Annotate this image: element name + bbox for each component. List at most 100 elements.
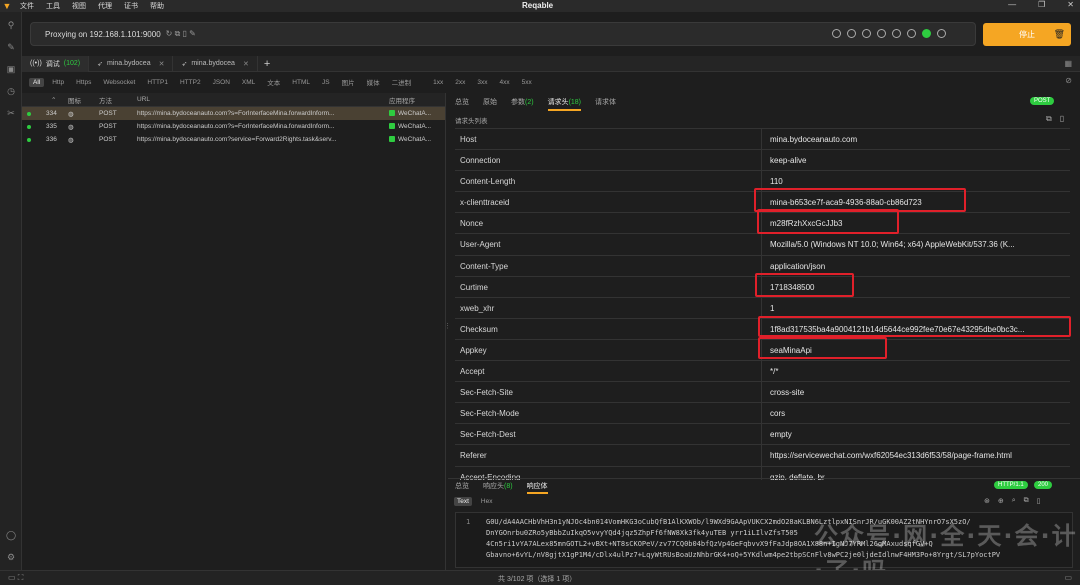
breakpoint-icon[interactable] [832, 29, 841, 38]
debug-icon[interactable]: ⚲ [0, 14, 22, 36]
tab-params-count: (2) [525, 98, 534, 106]
decode-icon[interactable]: ⊛ [984, 497, 990, 505]
pane-splitter[interactable]: ⋮ [444, 322, 451, 330]
copy-icon[interactable]: ⧉ [1024, 497, 1029, 505]
header-url[interactable]: URL [137, 96, 150, 103]
filter-media[interactable]: 媒体 [363, 76, 384, 88]
format-hex[interactable]: Hex [478, 497, 496, 506]
trash-icon[interactable]: 🗑 [1054, 29, 1065, 40]
filter-1xx[interactable]: 1xx [429, 78, 447, 87]
add-tab-icon[interactable]: + [258, 58, 276, 70]
menu-view[interactable]: 视图 [72, 1, 86, 11]
gateway-icon[interactable] [892, 29, 901, 38]
tab-response-body[interactable]: 响应体 [526, 481, 548, 494]
search-icon[interactable]: ⌕ [1012, 497, 1016, 505]
collection-icon[interactable]: ▣ [0, 58, 22, 80]
history-icon[interactable]: ◷ [0, 80, 22, 102]
header-row[interactable]: User-Agent Mozilla/5.0 (Windows NT 10.0; … [455, 234, 1070, 256]
filter-text[interactable]: 文本 [263, 76, 284, 88]
close-tab-icon[interactable]: ✕ [243, 60, 249, 68]
filter-4xx[interactable]: 4xx [495, 78, 513, 87]
menu-help[interactable]: 帮助 [150, 1, 164, 11]
header-row[interactable]: Referer https://servicewechat.com/wxf6205… [455, 445, 1070, 467]
header-method[interactable]: 方法 [99, 95, 112, 105]
header-row[interactable]: Sec-Fetch-Dest empty [455, 424, 1070, 446]
menu-proxy[interactable]: 代理 [98, 1, 112, 11]
filter-websocket[interactable]: Websocket [99, 78, 139, 87]
filter-http2[interactable]: HTTP2 [176, 78, 205, 87]
format-text[interactable]: Text [454, 497, 472, 506]
wrap-icon[interactable]: ⊕ [998, 497, 1004, 505]
refresh-icon[interactable]: ↻ ⧉ ▯ ✎ [166, 29, 196, 39]
filter-all[interactable]: All [29, 77, 45, 87]
filter-binary[interactable]: 二进制 [388, 76, 416, 88]
tab-response-overview[interactable]: 总览 [455, 481, 469, 491]
wechat-icon [389, 110, 395, 117]
close-tab-icon[interactable]: ✕ [159, 60, 165, 68]
tab-request-body[interactable]: 请求体 [595, 97, 616, 107]
tab-overview[interactable]: 总览 [455, 97, 469, 107]
screenshot-icon[interactable]: ▦ [1064, 59, 1072, 68]
row-method: POST [99, 136, 117, 143]
header-row[interactable]: Connection keep-alive [455, 150, 1070, 172]
minimize-icon[interactable]: — [1008, 0, 1016, 9]
mirror-icon[interactable] [877, 29, 886, 38]
filter-https[interactable]: Https [72, 78, 95, 87]
shield-icon[interactable] [922, 29, 931, 38]
tab-response-headers[interactable]: 响应头(8) [483, 481, 513, 491]
row-id: 334 [46, 110, 57, 117]
tab-raw[interactable]: 原始 [483, 97, 497, 107]
tools-icon[interactable]: ✂ [0, 102, 22, 124]
menu-bar: 文件 工具 视图 代理 证书 帮助 [20, 1, 164, 11]
header-key: Content-Length [455, 171, 762, 192]
menu-certificate[interactable]: 证书 [124, 1, 138, 11]
header-row[interactable]: Sec-Fetch-Mode cors [455, 403, 1070, 425]
sort-icon[interactable]: ⌃ [51, 96, 56, 104]
ssl-icon[interactable] [907, 29, 916, 38]
close-icon[interactable]: ✕ [1067, 0, 1074, 9]
clear-filter-icon[interactable]: ⊘ [1065, 76, 1072, 85]
header-row[interactable]: Sec-Fetch-Site cross-site [455, 382, 1070, 404]
tab-debug[interactable]: ((•)) 调试 (102) [22, 55, 90, 72]
script-icon[interactable] [847, 29, 856, 38]
header-app[interactable]: 应用程序 [389, 95, 415, 105]
filter-3xx[interactable]: 3xx [473, 78, 491, 87]
header-key: Checksum [455, 318, 762, 339]
layout-icon[interactable]: ▭ ⛶ [8, 573, 23, 583]
panel-icon[interactable]: ▭ [1064, 573, 1072, 582]
filter-2xx[interactable]: 2xx [451, 78, 469, 87]
header-value: keep-alive [770, 156, 807, 166]
table-row[interactable]: 336 ◍ POST https://mina.bydoceanauto.com… [22, 133, 445, 146]
filter-json[interactable]: JSON [209, 78, 234, 87]
tab-request-headers[interactable]: 请求头(18) [547, 97, 582, 111]
filter-5xx[interactable]: 5xx [518, 78, 536, 87]
global-icon[interactable] [937, 29, 946, 38]
filter-html[interactable]: HTML [288, 78, 314, 87]
menu-tools[interactable]: 工具 [46, 1, 60, 11]
compose-icon[interactable]: ✎ [0, 36, 22, 58]
table-row[interactable]: 335 ◍ POST https://mina.bydoceanauto.com… [22, 120, 445, 133]
tab-params[interactable]: 参数(2) [511, 97, 534, 107]
filter-http[interactable]: Http [48, 78, 68, 87]
filter-js[interactable]: JS [318, 78, 334, 87]
copy-icon[interactable]: ⧉ [1046, 114, 1052, 124]
maximize-icon[interactable]: ❐ [1038, 0, 1045, 9]
list-header: ⌃ 图标 方法 URL 应用程序 [22, 93, 445, 107]
header-row[interactable]: Accept */* [455, 361, 1070, 383]
rewrite-icon[interactable] [862, 29, 871, 38]
stop-button[interactable]: 停止 🗑 [983, 23, 1071, 46]
tab-request-2[interactable]: ➶ mina.bydocea ✕ [173, 55, 258, 72]
filter-xml[interactable]: XML [238, 78, 259, 87]
filter-image[interactable]: 图片 [338, 76, 359, 88]
header-row[interactable]: Host mina.bydoceanauto.com [455, 129, 1070, 151]
table-row[interactable]: 334 ◍ POST https://mina.bydoceanauto.com… [22, 107, 445, 120]
export-icon[interactable]: ▯ [1037, 497, 1041, 505]
export-icon[interactable]: ▯ [1060, 114, 1064, 124]
tab-request-1[interactable]: ➶ mina.bydocea ✕ [89, 55, 174, 72]
account-icon[interactable]: ◯ [0, 524, 22, 546]
header-icon-col[interactable]: 图标 [68, 95, 81, 105]
filter-http1[interactable]: HTTP1 [143, 78, 172, 87]
menu-file[interactable]: 文件 [20, 1, 34, 11]
settings-icon[interactable]: ⚙ [0, 546, 22, 568]
header-value: https://servicewechat.com/wxf62054ec313d… [770, 451, 1012, 461]
